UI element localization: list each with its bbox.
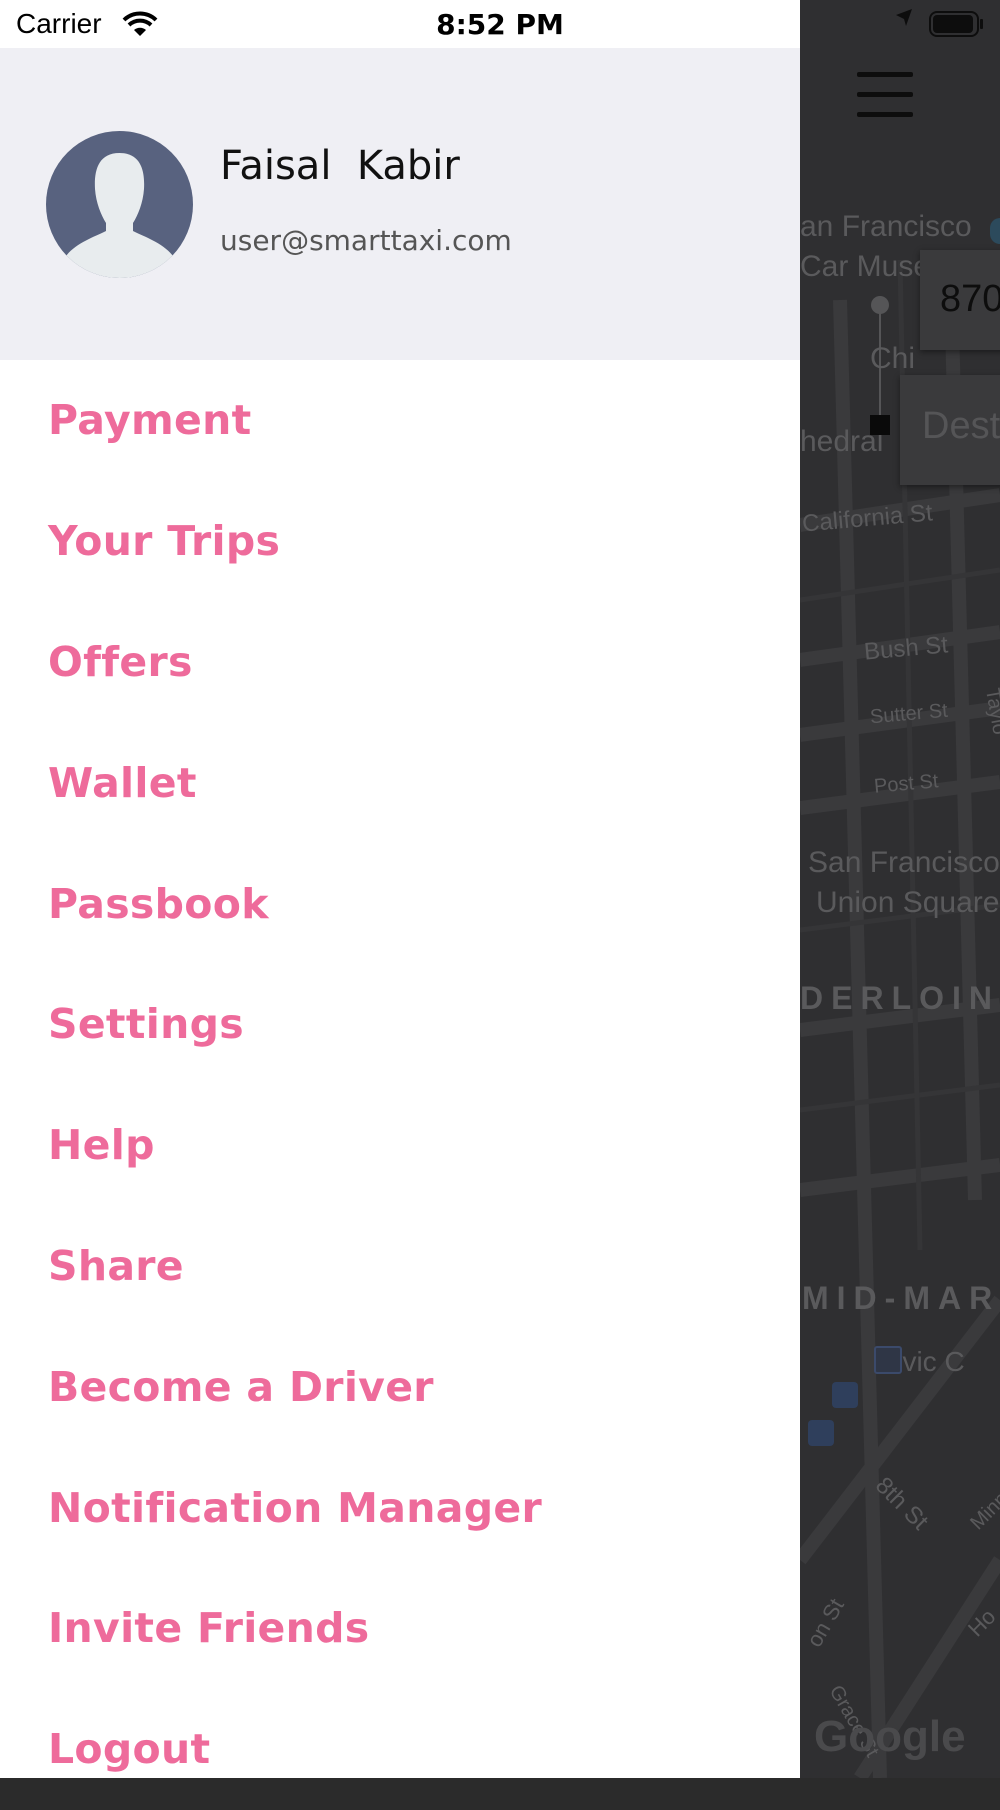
menu-item-label: Invite Friends <box>48 1604 370 1653</box>
google-logo: Google <box>814 1712 966 1761</box>
menu-item-wallet[interactable]: Wallet <box>0 722 800 843</box>
menu-item-label: Wallet <box>48 758 197 807</box>
menu-item-invite-friends[interactable]: Invite Friends <box>0 1568 800 1689</box>
side-drawer: Faisal Kabir user@smarttaxi.com Payment … <box>0 48 800 1778</box>
menu-item-become-driver[interactable]: Become a Driver <box>0 1326 800 1447</box>
destination-card[interactable]: Dest <box>900 375 1000 485</box>
pickup-dot-icon <box>871 296 889 314</box>
map-label: San Francisco <box>808 846 1000 879</box>
menu-item-notification-manager[interactable]: Notification Manager <box>0 1447 800 1568</box>
user-name: Faisal Kabir <box>220 143 460 189</box>
map-label: Chi <box>870 342 916 375</box>
menu-item-offers[interactable]: Offers <box>0 602 800 723</box>
map-label: DERLOIN <box>800 980 1000 1016</box>
menu-item-help[interactable]: Help <box>0 1085 800 1206</box>
tram-stop-icon <box>808 1420 834 1446</box>
transit-station-icon <box>874 1346 902 1374</box>
status-time: 8:52 PM <box>436 8 564 41</box>
menu-item-settings[interactable]: Settings <box>0 964 800 1085</box>
drawer-menu: Payment Your Trips Offers Wallet Passboo… <box>0 360 800 1810</box>
menu-hamburger-icon[interactable] <box>857 72 913 118</box>
destination-square-icon <box>870 415 890 435</box>
map-label: Union Square <box>816 886 1000 919</box>
menu-item-label: Settings <box>48 1000 244 1049</box>
menu-item-label: Passbook <box>48 879 269 928</box>
tram-stop-icon <box>832 1382 858 1408</box>
menu-item-label: Become a Driver <box>48 1362 434 1411</box>
map-view[interactable]: an Francisco Car Muse Chi hedral Califor… <box>800 0 1000 1778</box>
destination-placeholder: Dest <box>922 405 1000 447</box>
map-label: an Francisco <box>800 210 972 243</box>
menu-item-share[interactable]: Share <box>0 1206 800 1327</box>
menu-item-label: Share <box>48 1241 184 1290</box>
menu-item-label: Payment <box>48 396 252 445</box>
person-silhouette-icon[interactable] <box>46 131 193 278</box>
map-label: Car Muse <box>800 250 931 283</box>
map-label: MID-MAR <box>802 1280 1000 1316</box>
menu-item-payment[interactable]: Payment <box>0 360 800 481</box>
pickup-text: 870 <box>940 278 1000 320</box>
user-email: user@smarttaxi.com <box>220 224 512 257</box>
menu-item-your-trips[interactable]: Your Trips <box>0 481 800 602</box>
menu-item-label: Logout <box>48 1725 211 1774</box>
map-pin-icon <box>990 218 1000 244</box>
pickup-card[interactable]: 870 <box>920 250 1000 350</box>
menu-item-passbook[interactable]: Passbook <box>0 843 800 964</box>
menu-item-label: Your Trips <box>48 517 281 566</box>
profile-header[interactable]: Faisal Kabir user@smarttaxi.com <box>0 48 800 360</box>
menu-item-label: Help <box>48 1121 155 1170</box>
menu-item-label: Notification Manager <box>48 1483 542 1532</box>
menu-item-logout[interactable]: Logout <box>0 1689 800 1810</box>
menu-item-label: Offers <box>48 637 193 686</box>
